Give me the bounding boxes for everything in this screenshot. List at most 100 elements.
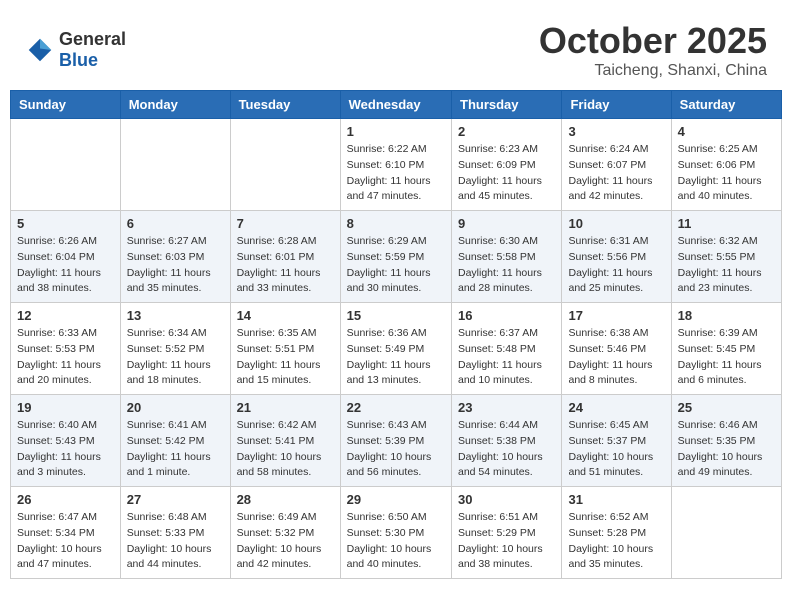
- day-info: Sunrise: 6:26 AM Sunset: 6:04 PM Dayligh…: [17, 234, 114, 297]
- day-info: Sunrise: 6:38 AM Sunset: 5:46 PM Dayligh…: [568, 326, 664, 389]
- day-cell: 9Sunrise: 6:30 AM Sunset: 5:58 PM Daylig…: [452, 211, 562, 303]
- day-info: Sunrise: 6:22 AM Sunset: 6:10 PM Dayligh…: [347, 142, 445, 205]
- week-row-1: 5 Sunrise: 6:26 AM Sunset: 6:04 PM Daylig…: [11, 211, 782, 303]
- weekday-header-thursday: Thursday: [452, 91, 562, 119]
- day-number: 25: [678, 400, 775, 415]
- day-number: 20: [127, 400, 224, 415]
- day-number: 23: [458, 400, 555, 415]
- day-cell: 29Sunrise: 6:50 AM Sunset: 5:30 PM Dayli…: [340, 487, 451, 579]
- day-info: Sunrise: 6:30 AM Sunset: 5:58 PM Dayligh…: [458, 234, 555, 297]
- day-number: 30: [458, 492, 555, 507]
- week-row-3: 19 Sunrise: 6:40 AM Sunset: 5:43 PM Dayli…: [11, 395, 782, 487]
- day-cell: 24 Sunrise: 6:45 AM Sunset: 5:37 PM Dayli…: [562, 395, 671, 487]
- logo-general: General: [59, 29, 126, 50]
- logo-text: General Blue: [59, 29, 126, 71]
- day-cell: 27Sunrise: 6:48 AM Sunset: 5:33 PM Dayli…: [120, 487, 230, 579]
- weekday-header-sunday: Sunday: [11, 91, 121, 119]
- day-cell: 20 Sunrise: 6:41 AM Sunset: 5:42 PM Dayli…: [120, 395, 230, 487]
- logo-blue: Blue: [59, 50, 126, 71]
- month-title: October 2025: [539, 20, 767, 62]
- day-info: Sunrise: 6:41 AM Sunset: 5:42 PM Dayligh…: [127, 418, 224, 481]
- day-cell: 28 Sunrise: 6:49 AM Sunset: 5:32 PM Dayli…: [230, 487, 340, 579]
- day-info: Sunrise: 6:42 AM Sunset: 5:41 PM Dayligh…: [237, 418, 334, 481]
- day-info: Sunrise: 6:40 AM Sunset: 5:43 PM Dayligh…: [17, 418, 114, 481]
- day-number: 3: [568, 124, 664, 139]
- day-cell: 12Sunrise: 6:33 AM Sunset: 5:53 PM Dayli…: [11, 303, 121, 395]
- day-info: Sunrise: 6:46 AM Sunset: 5:35 PM Dayligh…: [678, 418, 775, 481]
- day-cell: 14Sunrise: 6:35 AM Sunset: 5:51 PM Dayli…: [230, 303, 340, 395]
- day-info: Sunrise: 6:28 AM Sunset: 6:01 PM Dayligh…: [237, 234, 334, 297]
- day-number: 31: [568, 492, 664, 507]
- title-block: October 2025 Taicheng, Shanxi, China: [539, 20, 767, 80]
- day-info: Sunrise: 6:34 AM Sunset: 5:52 PM Dayligh…: [127, 326, 224, 389]
- day-cell: [120, 119, 230, 211]
- day-info: Sunrise: 6:43 AM Sunset: 5:39 PM Dayligh…: [347, 418, 445, 481]
- day-cell: 2 Sunrise: 6:23 AM Sunset: 6:09 PM Daylig…: [452, 119, 562, 211]
- day-cell: 11 Sunrise: 6:32 AM Sunset: 5:55 PM Dayli…: [671, 211, 781, 303]
- day-number: 12: [17, 308, 114, 323]
- day-cell: 10 Sunrise: 6:31 AM Sunset: 5:56 PM Dayli…: [562, 211, 671, 303]
- day-cell: [230, 119, 340, 211]
- day-info: Sunrise: 6:51 AM Sunset: 5:29 PM Dayligh…: [458, 510, 555, 573]
- day-info: Sunrise: 6:23 AM Sunset: 6:09 PM Dayligh…: [458, 142, 555, 205]
- day-info: Sunrise: 6:49 AM Sunset: 5:32 PM Dayligh…: [237, 510, 334, 573]
- logo-icon: [25, 35, 55, 65]
- weekday-header-friday: Friday: [562, 91, 671, 119]
- day-number: 17: [568, 308, 664, 323]
- day-cell: 23 Sunrise: 6:44 AM Sunset: 5:38 PM Dayli…: [452, 395, 562, 487]
- day-info: Sunrise: 6:32 AM Sunset: 5:55 PM Dayligh…: [678, 234, 775, 297]
- day-number: 7: [237, 216, 334, 231]
- day-info: Sunrise: 6:48 AM Sunset: 5:33 PM Dayligh…: [127, 510, 224, 573]
- day-cell: 18Sunrise: 6:39 AM Sunset: 5:45 PM Dayli…: [671, 303, 781, 395]
- day-cell: 19 Sunrise: 6:40 AM Sunset: 5:43 PM Dayli…: [11, 395, 121, 487]
- weekday-header-row: SundayMondayTuesdayWednesdayThursdayFrid…: [11, 91, 782, 119]
- day-cell: 1 Sunrise: 6:22 AM Sunset: 6:10 PM Daylig…: [340, 119, 451, 211]
- day-number: 2: [458, 124, 555, 139]
- weekday-header-monday: Monday: [120, 91, 230, 119]
- day-number: 21: [237, 400, 334, 415]
- day-info: Sunrise: 6:29 AM Sunset: 5:59 PM Dayligh…: [347, 234, 445, 297]
- day-info: Sunrise: 6:36 AM Sunset: 5:49 PM Dayligh…: [347, 326, 445, 389]
- day-info: Sunrise: 6:52 AM Sunset: 5:28 PM Dayligh…: [568, 510, 664, 573]
- day-info: Sunrise: 6:27 AM Sunset: 6:03 PM Dayligh…: [127, 234, 224, 297]
- day-cell: [671, 487, 781, 579]
- week-row-4: 26 Sunrise: 6:47 AM Sunset: 5:34 PM Dayli…: [11, 487, 782, 579]
- day-info: Sunrise: 6:37 AM Sunset: 5:48 PM Dayligh…: [458, 326, 555, 389]
- day-number: 6: [127, 216, 224, 231]
- day-info: Sunrise: 6:31 AM Sunset: 5:56 PM Dayligh…: [568, 234, 664, 297]
- day-number: 5: [17, 216, 114, 231]
- day-number: 26: [17, 492, 114, 507]
- day-number: 16: [458, 308, 555, 323]
- weekday-header-saturday: Saturday: [671, 91, 781, 119]
- day-info: Sunrise: 6:39 AM Sunset: 5:45 PM Dayligh…: [678, 326, 775, 389]
- weekday-header-wednesday: Wednesday: [340, 91, 451, 119]
- day-number: 15: [347, 308, 445, 323]
- day-cell: 13Sunrise: 6:34 AM Sunset: 5:52 PM Dayli…: [120, 303, 230, 395]
- day-cell: 4Sunrise: 6:25 AM Sunset: 6:06 PM Daylig…: [671, 119, 781, 211]
- day-number: 19: [17, 400, 114, 415]
- day-info: Sunrise: 6:44 AM Sunset: 5:38 PM Dayligh…: [458, 418, 555, 481]
- day-number: 10: [568, 216, 664, 231]
- day-info: Sunrise: 6:25 AM Sunset: 6:06 PM Dayligh…: [678, 142, 775, 205]
- day-info: Sunrise: 6:45 AM Sunset: 5:37 PM Dayligh…: [568, 418, 664, 481]
- day-cell: 30 Sunrise: 6:51 AM Sunset: 5:29 PM Dayli…: [452, 487, 562, 579]
- day-cell: 6 Sunrise: 6:27 AM Sunset: 6:03 PM Daylig…: [120, 211, 230, 303]
- day-number: 29: [347, 492, 445, 507]
- day-cell: 26 Sunrise: 6:47 AM Sunset: 5:34 PM Dayli…: [11, 487, 121, 579]
- day-cell: 5 Sunrise: 6:26 AM Sunset: 6:04 PM Daylig…: [11, 211, 121, 303]
- day-number: 11: [678, 216, 775, 231]
- day-cell: 15 Sunrise: 6:36 AM Sunset: 5:49 PM Dayli…: [340, 303, 451, 395]
- day-info: Sunrise: 6:47 AM Sunset: 5:34 PM Dayligh…: [17, 510, 114, 573]
- day-info: Sunrise: 6:24 AM Sunset: 6:07 PM Dayligh…: [568, 142, 664, 205]
- day-number: 8: [347, 216, 445, 231]
- week-row-2: 12Sunrise: 6:33 AM Sunset: 5:53 PM Dayli…: [11, 303, 782, 395]
- page-header: General Blue October 2025 Taicheng, Shan…: [10, 10, 782, 85]
- day-number: 1: [347, 124, 445, 139]
- day-number: 22: [347, 400, 445, 415]
- calendar-table: SundayMondayTuesdayWednesdayThursdayFrid…: [10, 90, 782, 579]
- logo: General Blue: [25, 29, 126, 71]
- day-cell: 25 Sunrise: 6:46 AM Sunset: 5:35 PM Dayli…: [671, 395, 781, 487]
- day-number: 24: [568, 400, 664, 415]
- day-number: 28: [237, 492, 334, 507]
- weekday-header-tuesday: Tuesday: [230, 91, 340, 119]
